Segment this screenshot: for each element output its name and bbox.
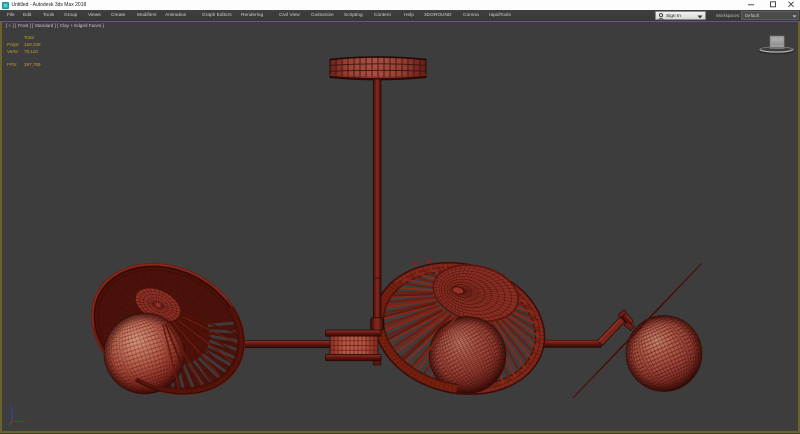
svg-text:x: x: [27, 417, 30, 422]
svg-text:z: z: [10, 404, 13, 409]
